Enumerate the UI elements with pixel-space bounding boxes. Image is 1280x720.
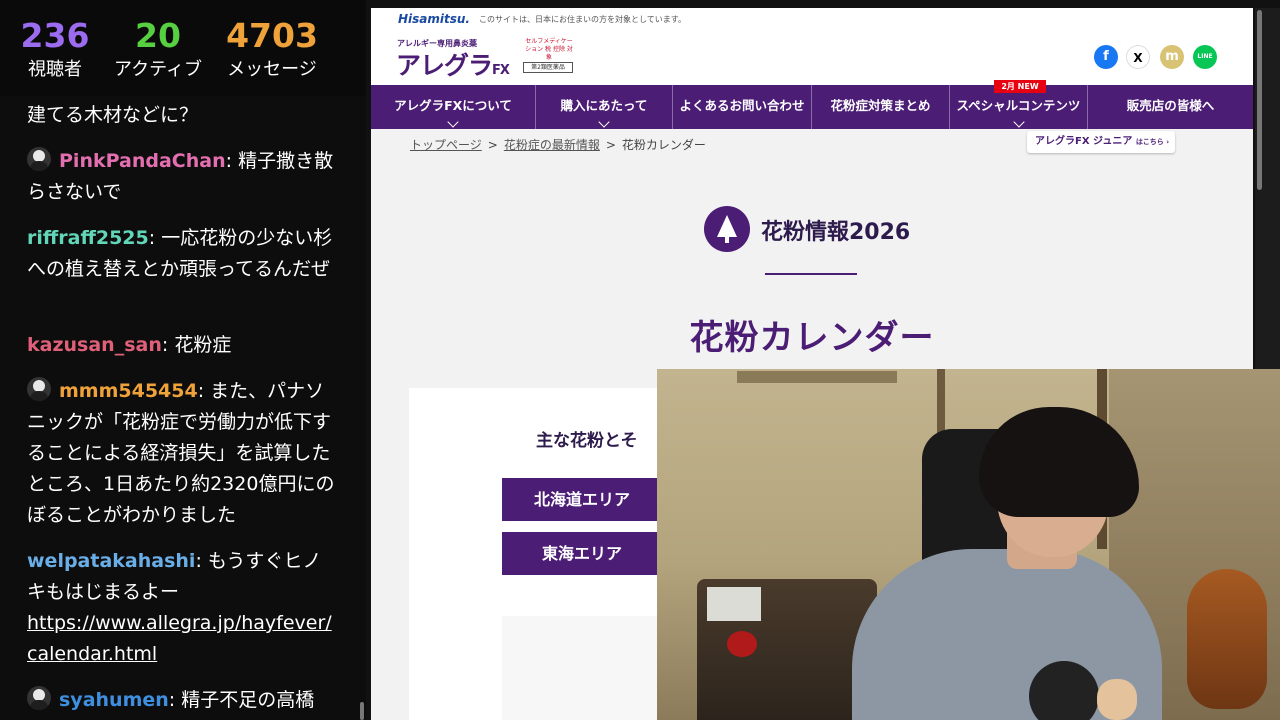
chat-username[interactable]: kazusan_san (27, 334, 162, 356)
chat-message: 建てる木材などに？ (27, 100, 337, 131)
junior-link-button[interactable]: アレグラFX ジュニア はこちら › (1027, 131, 1175, 153)
chat-link[interactable]: https://www.allegra.jp/hayfever/calendar… (27, 612, 332, 665)
webcam-feed (657, 369, 1280, 720)
facebook-share-icon[interactable]: f (1094, 45, 1118, 69)
nav-label: 購入にあたって (560, 98, 648, 113)
nav-label: よくあるお問い合わせ (679, 98, 805, 113)
pollen-info-title: 花粉情報2026 (761, 220, 911, 245)
junior-small-label: はこちら › (1135, 138, 1170, 146)
viewer-count-label: 視聴者 (28, 59, 82, 80)
chat-message: PinkPandaChan: 精子撒き散らさないで (27, 146, 337, 208)
stream-stats: 236 視聴者 20 アクティブ 4703 メッセージ (0, 0, 366, 96)
cedar-tree-icon (704, 206, 750, 252)
self-medication-badge: セルフメディケーション 税 控除 対象 (523, 38, 575, 62)
chevron-down-icon (1012, 116, 1025, 128)
title-divider (765, 273, 857, 275)
new-badge: 2月 NEW (994, 80, 1046, 93)
nav-label: アレグラFXについて (394, 98, 512, 113)
cam-red-item (727, 631, 757, 657)
card-panel (502, 616, 662, 720)
chat-text: 精子不足の高橋 (181, 689, 315, 711)
nav-label: 花粉症対策まとめ (830, 98, 931, 113)
chat-scrollbar[interactable] (360, 702, 364, 720)
guitar (1187, 569, 1267, 709)
nav-purchase[interactable]: 購入にあたって (536, 85, 673, 129)
user-avatar (27, 147, 51, 171)
streamer-hand (1097, 679, 1137, 720)
pollen-calendar-title: 花粉カレンダー (689, 318, 935, 358)
line-share-icon[interactable]: LINE (1193, 45, 1217, 69)
breadcrumb-separator: > (605, 138, 616, 152)
allegra-logo[interactable]: アレグラFX (396, 46, 510, 82)
nav-label: 販売店の皆様へ (1126, 98, 1215, 113)
breadcrumb-current: 花粉カレンダー (621, 138, 706, 152)
chat-username[interactable]: riffraff2525 (27, 227, 149, 249)
self-medication-text: セルフメディケーション 税 控除 対象 (525, 38, 573, 61)
user-avatar (27, 377, 51, 401)
drug-class-label: 第2類医薬品 (523, 62, 573, 73)
viewer-count-value: 236 (20, 16, 90, 55)
pollen-card-heading: 主な花粉とそ (536, 431, 638, 451)
chat-message: welpatakahashi: もうすぐヒノキもはじまるよー https://w… (27, 550, 332, 665)
nav-faq[interactable]: よくあるお問い合わせ (673, 85, 812, 129)
hisamitsu-logo[interactable]: Hisamitsu. (398, 12, 470, 26)
breadcrumb-news[interactable]: 花粉症の最新情報 (504, 138, 600, 152)
chat-message: riffraff2525: 一応花粉の少ない杉への植え替えとか頑張ってるんだぜ (27, 227, 333, 280)
chat-message: kazusan_san: 花粉症 (27, 334, 232, 356)
tokai-area-button[interactable]: 東海エリア (502, 532, 662, 575)
nav-hayfever-tips[interactable]: 花粉症対策まとめ (812, 85, 950, 129)
chat-username[interactable]: welpatakahashi (27, 550, 195, 572)
nav-about[interactable]: アレグラFXについて (371, 85, 536, 129)
user-avatar (27, 686, 51, 710)
viewer-count: 236 視聴者 (0, 14, 110, 82)
message-count-label: メッセージ (227, 59, 317, 80)
logo-text: アレグラ (396, 51, 493, 80)
mixi-share-icon[interactable]: m (1160, 45, 1184, 69)
breadcrumb-top[interactable]: トップページ (410, 138, 482, 152)
cam-shelf (737, 371, 897, 383)
active-count-label: アクティブ (113, 59, 203, 80)
message-count: 4703 メッセージ (217, 14, 327, 82)
site-header: Hisamitsu. このサイトは、日本にお住まいの方を対象としています。 アレ… (371, 8, 1253, 85)
active-count-value: 20 (135, 16, 181, 55)
chat-username[interactable]: mmm545454 (59, 380, 198, 402)
x-share-icon[interactable]: X (1126, 45, 1150, 69)
chevron-down-icon (598, 116, 610, 128)
nav-label: スペシャルコンテンツ (956, 98, 1081, 113)
hokkaido-area-button[interactable]: 北海道エリア (502, 478, 662, 521)
junior-label: アレグラFX ジュニア (1035, 136, 1133, 147)
chat-username[interactable]: PinkPandaChan (59, 150, 226, 172)
cam-box (707, 587, 761, 621)
breadcrumb: トップページ > 花粉症の最新情報 > 花粉カレンダー (410, 136, 706, 153)
page-scrollbar-thumb[interactable] (1257, 10, 1262, 190)
message-count-value: 4703 (226, 16, 318, 55)
chat-message: syahumen: 精子不足の高橋 (27, 685, 337, 716)
main-nav: アレグラFXについて 購入にあたって よくあるお問い合わせ 花粉症対策まとめ ス… (371, 85, 1253, 129)
breadcrumb-separator: > (487, 138, 498, 152)
active-count: 20 アクティブ (103, 14, 213, 82)
nav-retailers[interactable]: 販売店の皆様へ (1088, 85, 1253, 129)
site-audience-note: このサイトは、日本にお住まいの方を対象としています。 (479, 15, 686, 24)
chat-username[interactable]: syahumen (59, 689, 169, 711)
chat-text: 花粉症 (174, 334, 232, 356)
chat-text: 建てる木材などに？ (27, 104, 199, 126)
chat-message: mmm545454: また、パナソニックが「花粉症で労働力が低下することによる経… (27, 376, 337, 531)
chat-panel: 236 視聴者 20 アクティブ 4703 メッセージ 建てる木材などに？ Pi… (0, 0, 366, 720)
logo-fx: FX (492, 63, 510, 78)
chat-message-list[interactable]: 建てる木材などに？ PinkPandaChan: 精子撒き散らさないで riff… (0, 96, 362, 720)
chevron-down-icon (447, 116, 459, 128)
